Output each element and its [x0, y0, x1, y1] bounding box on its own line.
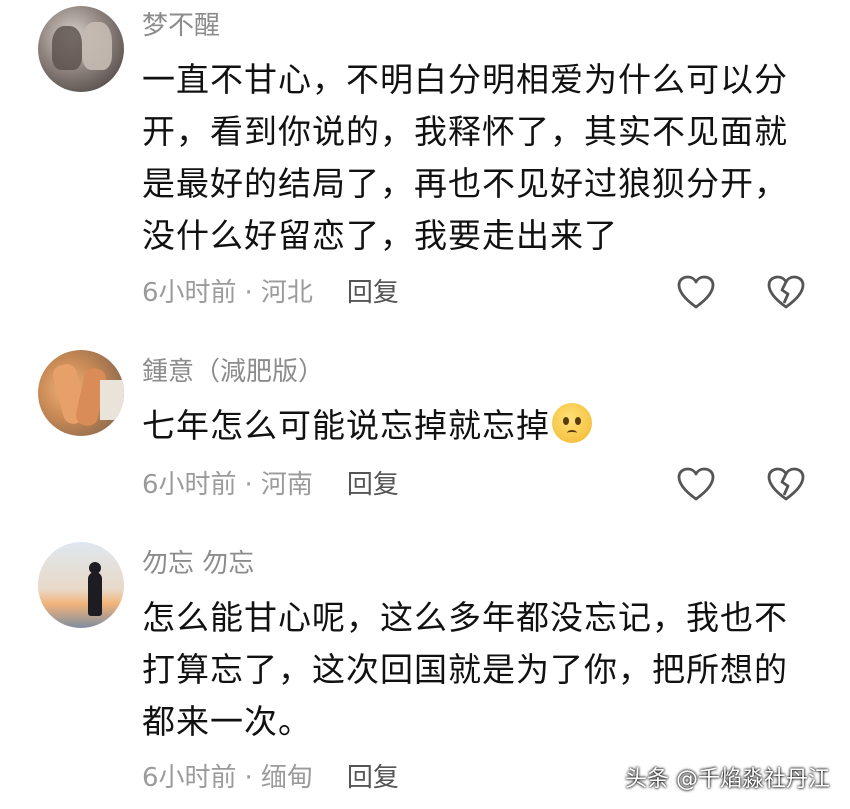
avatar[interactable] [38, 542, 124, 628]
comment-text: 七年怎么可能说忘掉就忘掉 [142, 406, 550, 445]
pleading-face-icon [552, 403, 592, 443]
separator: · [244, 278, 253, 308]
comment-username[interactable]: 勿忘 勿忘 [142, 548, 254, 580]
comment-location: 河南 [260, 470, 313, 500]
broken-heart-icon[interactable] [766, 467, 806, 503]
comment-text-row: 七年怎么可能说忘掉就忘掉 [142, 400, 802, 452]
reply-button[interactable]: 回复 [347, 763, 399, 793]
comment-username[interactable]: 梦不醒 [142, 10, 220, 42]
heart-outline-icon[interactable] [676, 275, 716, 311]
separator: · [244, 763, 253, 793]
broken-heart-icon[interactable] [766, 275, 806, 311]
reply-button[interactable]: 回复 [347, 278, 399, 308]
heart-outline-icon[interactable] [676, 467, 716, 503]
watermark: 头条 @千焰淼社丹江 [625, 767, 830, 792]
comment-meta: 6小时前 · 河北 回复 [142, 277, 399, 309]
comment-time: 6小时前 [142, 470, 237, 500]
comment-meta: 6小时前 · 河南 回复 [142, 469, 399, 501]
avatar[interactable] [38, 6, 124, 92]
comment-time: 6小时前 [142, 763, 237, 793]
comment-location: 缅甸 [260, 763, 313, 793]
comment-text: 一直不甘心，不明白分明相爱为什么可以分开，看到你说的，我释怀了，其实不见面就是最… [142, 60, 788, 255]
comment-meta: 6小时前 · 缅甸 回复 [142, 762, 399, 794]
separator: · [244, 470, 253, 500]
comment-text: 怎么能甘心呢，这么多年都没忘记，我也不打算忘了，这次回国就是为了你，把所想的都来… [142, 598, 788, 741]
avatar[interactable] [38, 350, 124, 436]
comment-time: 6小时前 [142, 278, 237, 308]
comment-username[interactable]: 鍾意（減肥版） [142, 356, 324, 388]
reply-button[interactable]: 回复 [347, 470, 399, 500]
comment-location: 河北 [260, 278, 313, 308]
